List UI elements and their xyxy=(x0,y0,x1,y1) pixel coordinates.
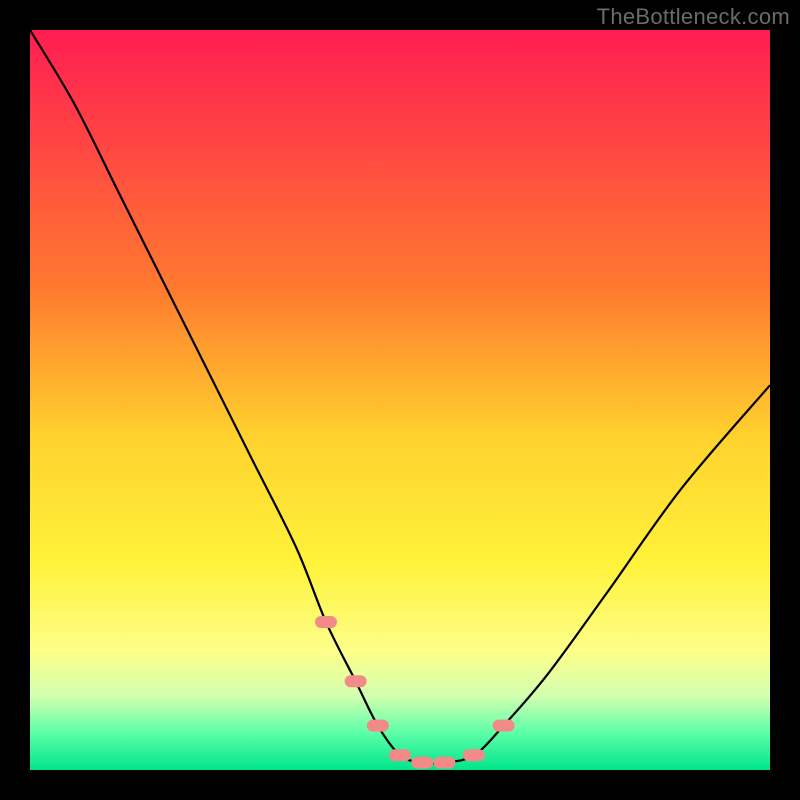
marker-point xyxy=(389,749,411,761)
marker-point xyxy=(463,749,485,761)
chart-background xyxy=(30,30,770,770)
marker-point xyxy=(433,757,455,769)
chart-svg xyxy=(30,30,770,770)
marker-point xyxy=(367,720,389,732)
chart-frame: TheBottleneck.com xyxy=(0,0,800,800)
marker-point xyxy=(411,757,433,769)
marker-point xyxy=(345,675,367,687)
marker-point xyxy=(493,720,515,732)
plot-area xyxy=(30,30,770,770)
marker-point xyxy=(315,616,337,628)
watermark-text: TheBottleneck.com xyxy=(597,4,790,30)
